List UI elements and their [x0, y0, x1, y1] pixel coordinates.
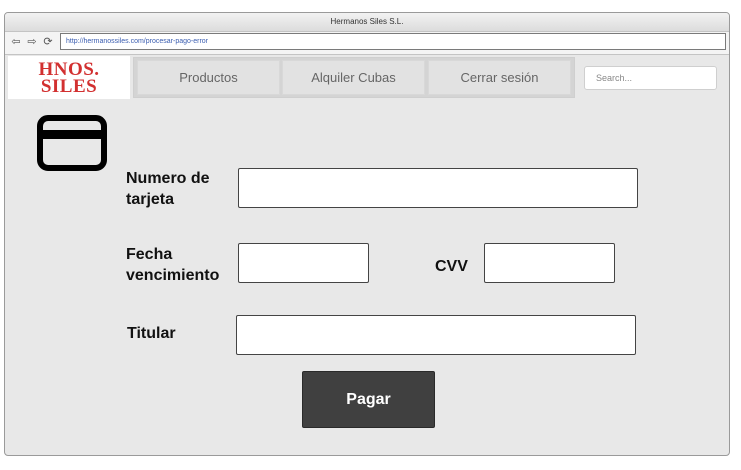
expiry-label: Fecha vencimiento: [126, 244, 219, 286]
card-number-label: Numero de tarjeta: [126, 168, 210, 210]
tab-productos[interactable]: Productos: [137, 60, 280, 95]
browser-window: Hermanos Siles S.L. ⇦ ⇨ ⟳ http://hermano…: [4, 12, 730, 456]
expiry-label-line-1: Fecha: [126, 246, 173, 263]
card-number-field[interactable]: [238, 168, 638, 208]
tab-alquiler-cubas[interactable]: Alquiler Cubas: [282, 60, 425, 95]
site-navbar: HNOS. SILES Productos Alquiler Cubas Cer…: [5, 55, 729, 101]
holder-field[interactable]: [236, 315, 636, 355]
address-bar: ⇦ ⇨ ⟳ http://hermanossiles.com/procesar-…: [5, 32, 729, 55]
expiry-label-line-2: vencimiento: [126, 267, 220, 284]
card-number-label-line-1: Numero de: [126, 170, 210, 187]
tab-cerrar-sesion[interactable]: Cerrar sesión: [428, 60, 571, 95]
main-nav-tabs: Productos Alquiler Cubas Cerrar sesión: [133, 57, 575, 98]
logo-line-2: SILES: [40, 76, 98, 97]
expiry-field[interactable]: [238, 243, 369, 283]
site-logo[interactable]: HNOS. SILES: [8, 56, 130, 99]
search-input[interactable]: Search...: [584, 66, 717, 90]
credit-card-icon: [37, 115, 107, 176]
cvv-field[interactable]: [484, 243, 615, 283]
holder-label: Titular: [127, 325, 176, 342]
card-number-label-line-2: tarjeta: [126, 191, 175, 208]
back-arrow-icon[interactable]: ⇦: [10, 36, 22, 48]
url-field[interactable]: http://hermanossiles.com/procesar-pago-e…: [60, 33, 726, 50]
pay-button[interactable]: Pagar: [302, 371, 435, 428]
forward-arrow-icon[interactable]: ⇨: [26, 36, 38, 48]
cvv-label: CVV: [435, 258, 468, 275]
reload-icon[interactable]: ⟳: [42, 36, 54, 48]
window-title: Hermanos Siles S.L.: [5, 13, 729, 32]
